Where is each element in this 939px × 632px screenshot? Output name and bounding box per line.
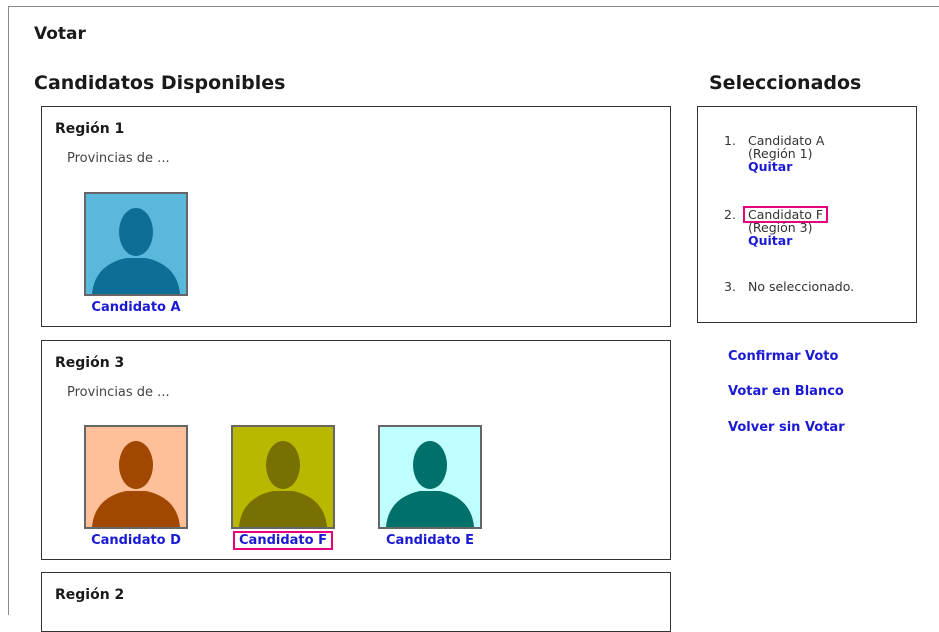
empty-slot-text: No seleccionado. bbox=[748, 279, 855, 294]
item-number: 2. bbox=[724, 207, 736, 222]
candidate-name-link[interactable]: Candidato F bbox=[233, 531, 333, 550]
person-silhouette-icon bbox=[92, 208, 180, 294]
region-panel-1: Región 1 Provincias de ... Candidato A bbox=[41, 106, 671, 327]
region-description: Provincias de ... bbox=[67, 385, 170, 400]
selected-item: 2. Candidato F (Región 3) Quitar bbox=[724, 206, 854, 280]
selected-item: 1. Candidato A (Región 1) Quitar bbox=[724, 134, 854, 208]
candidate-card[interactable]: Candidato E bbox=[378, 425, 482, 548]
selected-list-panel: 1. Candidato A (Región 1) Quitar 2. Cand… bbox=[697, 106, 917, 323]
item-number: 3. bbox=[724, 279, 736, 294]
candidate-photo[interactable] bbox=[84, 425, 188, 529]
region-name: Región 1 bbox=[55, 121, 125, 137]
candidate-name-link[interactable]: Candidato E bbox=[382, 533, 478, 548]
back-without-voting-button[interactable]: Volver sin Votar bbox=[728, 420, 845, 435]
item-number: 1. bbox=[724, 133, 736, 148]
candidate-card[interactable]: Candidato D bbox=[84, 425, 188, 548]
page-title: Votar bbox=[34, 24, 86, 44]
candidate-photo[interactable] bbox=[84, 192, 188, 296]
available-heading: Candidatos Disponibles bbox=[34, 72, 286, 94]
confirm-vote-button[interactable]: Confirmar Voto bbox=[728, 349, 838, 364]
selected-list: 1. Candidato A (Región 1) Quitar 2. Cand… bbox=[724, 134, 854, 293]
person-silhouette-icon bbox=[239, 441, 327, 527]
region-name: Región 2 bbox=[55, 587, 125, 603]
region-name: Región 3 bbox=[55, 355, 125, 371]
candidate-name-link[interactable]: Candidato A bbox=[87, 300, 184, 315]
person-silhouette-icon bbox=[386, 441, 474, 527]
region-panel-3: Región 3 Provincias de ... Candidato D C… bbox=[41, 340, 671, 560]
selected-item: 3. No seleccionado. bbox=[724, 280, 854, 293]
region-panel-2: Región 2 bbox=[41, 572, 671, 632]
person-silhouette-icon bbox=[92, 441, 180, 527]
candidate-card[interactable]: Candidato A bbox=[84, 192, 188, 315]
candidate-card[interactable]: Candidato F bbox=[231, 425, 335, 550]
region-description: Provincias de ... bbox=[67, 151, 170, 166]
candidate-photo[interactable] bbox=[378, 425, 482, 529]
selected-heading: Seleccionados bbox=[709, 72, 862, 94]
remove-link[interactable]: Quitar bbox=[748, 160, 854, 173]
remove-link[interactable]: Quitar bbox=[748, 234, 854, 247]
candidate-photo[interactable] bbox=[231, 425, 335, 529]
candidate-name-link[interactable]: Candidato D bbox=[87, 533, 185, 548]
blank-vote-button[interactable]: Votar en Blanco bbox=[728, 384, 844, 399]
